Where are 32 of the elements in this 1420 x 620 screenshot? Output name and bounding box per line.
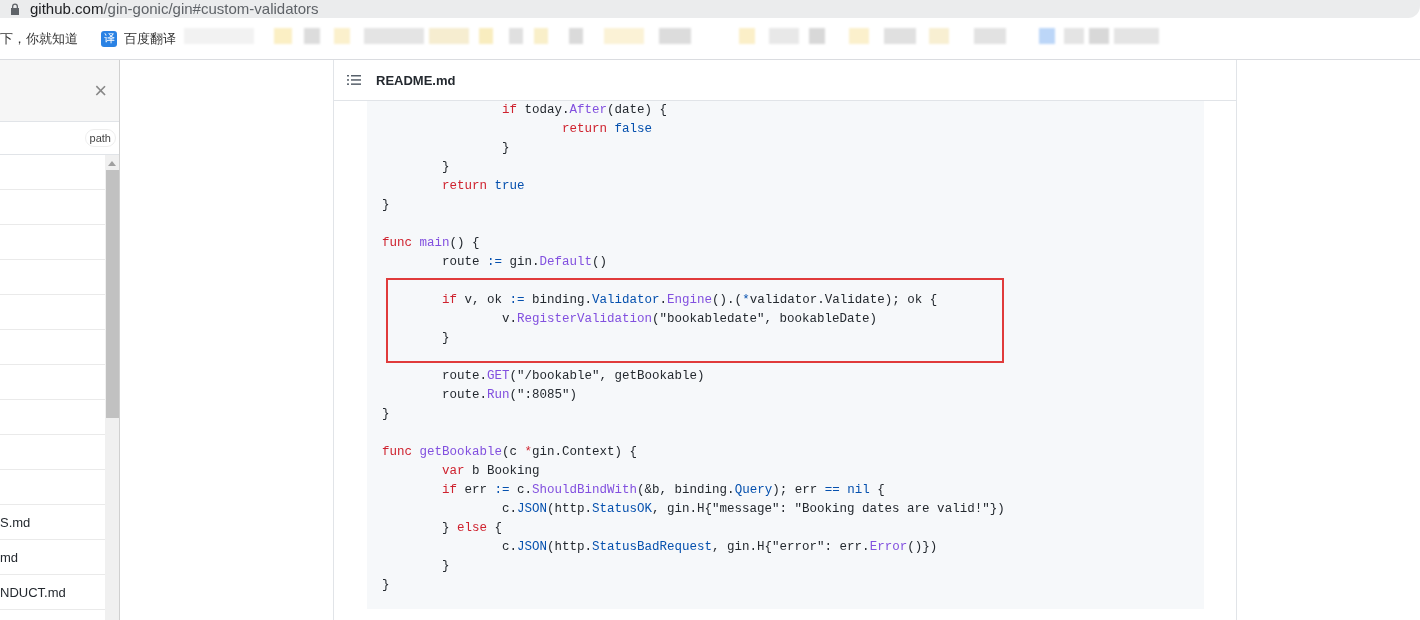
code-line: } bbox=[501, 140, 511, 157]
file-title: README.md bbox=[376, 72, 456, 88]
code-line: } bbox=[441, 159, 451, 176]
code-line: return false bbox=[561, 121, 654, 138]
bookmark[interactable]: 下，你就知道 bbox=[0, 29, 78, 48]
code-line: route.Run(":8085") bbox=[441, 387, 579, 404]
code-line: if err := c.ShouldBindWith(&b, binding.Query); err == nil { bbox=[441, 482, 886, 499]
url-text: github.com/gin-gonic/gin#custom-validators bbox=[30, 0, 319, 18]
code-line: route.GET("/bookable", getBookable) bbox=[441, 368, 706, 385]
address-bar[interactable]: github.com/gin-gonic/gin#custom-validators bbox=[0, 0, 1420, 18]
lock-icon bbox=[10, 3, 20, 15]
code-line: v.RegisterValidation("bookabledate", bookableDate) bbox=[501, 311, 879, 328]
code-line: c.JSON(http.StatusOK, gin.H{"message": "Booking dates are valid!"}) bbox=[501, 501, 1006, 518]
code-line: if today.After(date) { bbox=[501, 102, 669, 119]
code-line: if v, ok := binding.Validator.Engine().(*validator.Validate); ok { bbox=[441, 292, 939, 309]
scroll-up-icon[interactable] bbox=[108, 161, 116, 166]
code-line: func getBookable(c *gin.Context) { bbox=[382, 444, 639, 461]
bookmark[interactable]: 百度翻译 bbox=[124, 29, 176, 48]
code-line: c.JSON(http.StatusBadRequest, gin.H{"error": err.Error()}) bbox=[501, 539, 939, 556]
code-line: var b Booking bbox=[441, 463, 541, 480]
code-line: } bbox=[382, 406, 391, 423]
scrollbar[interactable] bbox=[105, 155, 119, 620]
code-line: } else { bbox=[441, 520, 504, 537]
code-line: } bbox=[441, 558, 451, 575]
code-line: return true bbox=[441, 178, 526, 195]
code-line: route := gin.Default() bbox=[441, 254, 609, 271]
code-line: } bbox=[382, 197, 391, 214]
code-line: } bbox=[441, 330, 451, 347]
translate-icon: 译 bbox=[101, 30, 117, 47]
list-icon[interactable] bbox=[347, 74, 361, 86]
code-line: func main() { bbox=[382, 235, 481, 252]
code-line: } bbox=[382, 577, 391, 594]
